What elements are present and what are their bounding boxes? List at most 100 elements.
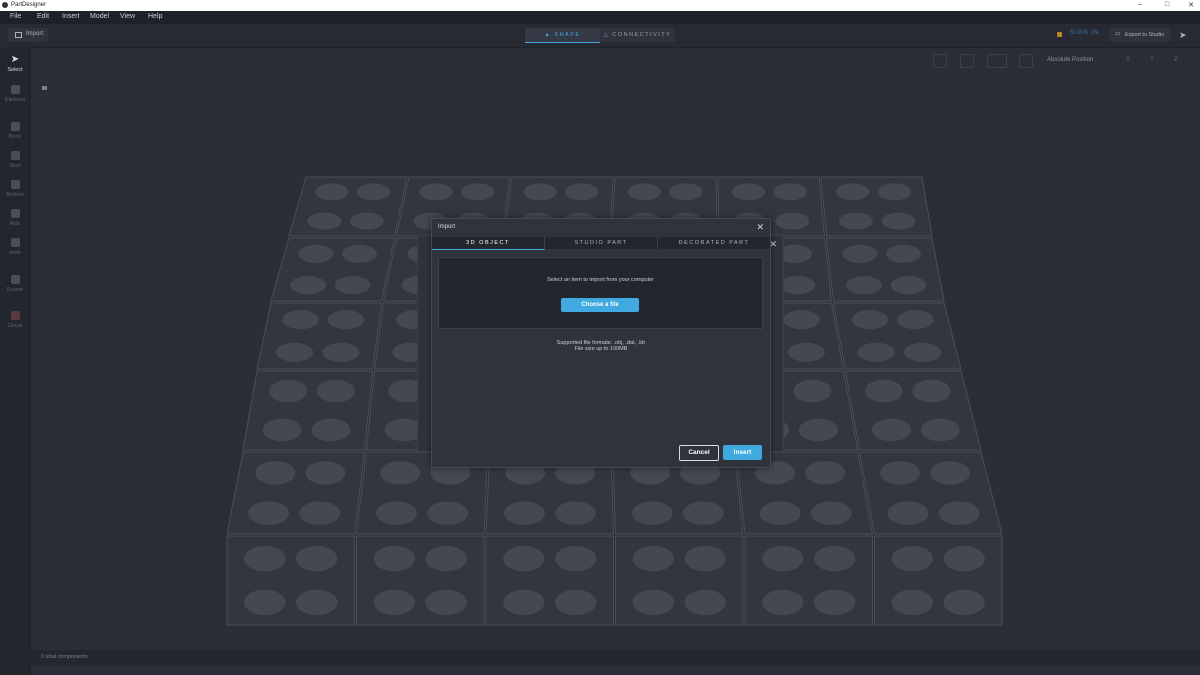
stud [295,545,338,572]
stud [851,310,888,330]
stud [244,589,286,616]
file-size-limit-text: File size up to 100MB [574,346,628,352]
baseplate-tile [356,535,485,626]
stud [810,501,852,525]
stud [290,276,326,295]
stud [783,310,820,330]
stud [798,418,838,442]
dialog-close-icon[interactable]: ✕ [756,222,764,233]
stud [315,183,349,201]
baseplate-tile [874,535,1003,626]
stud [890,276,927,295]
stud [682,501,724,525]
stud [554,545,597,572]
stud [311,418,351,442]
stud [255,461,296,485]
stud [322,342,360,362]
stud [846,276,882,295]
cancel-button[interactable]: Cancel [679,445,719,461]
tab-decorated-part[interactable]: DECORATED PART [658,237,770,249]
dialog-title: Import [438,224,456,230]
baseplate-tile [288,176,408,237]
stud [762,545,804,572]
stud [419,183,453,201]
baseplate-tile [859,451,1003,535]
stud [503,545,545,572]
stud [943,589,985,616]
stud [762,589,804,616]
baseplate-tile [256,302,383,370]
stud [295,589,338,616]
stud [282,310,319,330]
stud [380,461,421,485]
stud [813,545,856,572]
stud [669,183,703,201]
baseplate-tile [844,370,982,451]
stud [773,183,807,201]
stud [349,212,384,230]
stud [298,244,334,263]
stud [565,183,599,201]
stud [857,342,895,362]
stud [793,379,832,403]
stud [877,183,912,201]
choose-file-button[interactable]: Choose a file [561,298,639,312]
supported-formats-info: Supported file formats: .obj, .dat, .ldr… [432,340,770,352]
stud [838,212,873,230]
stud [805,461,846,485]
stud [943,545,985,572]
stud [912,379,951,403]
stud [864,379,903,403]
baseplate-tile [270,237,396,302]
insert-button[interactable]: Insert [723,445,762,460]
stud [886,244,921,263]
baseplate-tile [226,451,365,535]
stud [938,501,980,525]
stud [262,418,302,442]
baseplate-tile [242,370,374,451]
import-dialog: Import ✕ 3D OBJECT STUDIO PART DECORATED… [431,218,771,468]
stud [731,183,766,201]
stud [787,342,825,362]
tab-3d-object[interactable]: 3D OBJECT [432,237,545,250]
stud [881,212,916,230]
stud [327,310,365,330]
status-bar: 0 total components [31,650,1200,665]
stud [842,244,878,263]
stud [887,501,929,525]
baseplate-tile [832,302,962,370]
stud [813,589,856,616]
stud [554,589,597,616]
stud [342,244,377,263]
stud [425,589,467,616]
stud [334,276,371,295]
stud [299,501,341,525]
file-drop-zone[interactable]: Select an item to import from your compu… [438,257,763,329]
stud [503,501,545,525]
stud [775,212,810,230]
stud [375,501,417,525]
stud [425,545,467,572]
stud [872,418,911,442]
stud [523,183,557,201]
stud [897,310,934,330]
stud [627,183,662,201]
tab-studio-part[interactable]: STUDIO PART [545,237,658,249]
stud [305,461,346,485]
stud [244,545,286,572]
stud [779,276,816,295]
baseplate-tile [744,535,873,626]
stud [248,501,289,525]
baseplate-tile [615,535,744,626]
stud [632,545,675,572]
stud [904,342,942,362]
component-count: 0 total components [41,654,88,660]
stud [555,501,596,525]
stud [269,379,308,403]
baseplate-tile [820,176,933,237]
baseplate-tile [485,535,614,626]
stud [891,589,934,616]
stud [373,545,416,572]
stud [880,461,920,485]
stud [427,501,469,525]
